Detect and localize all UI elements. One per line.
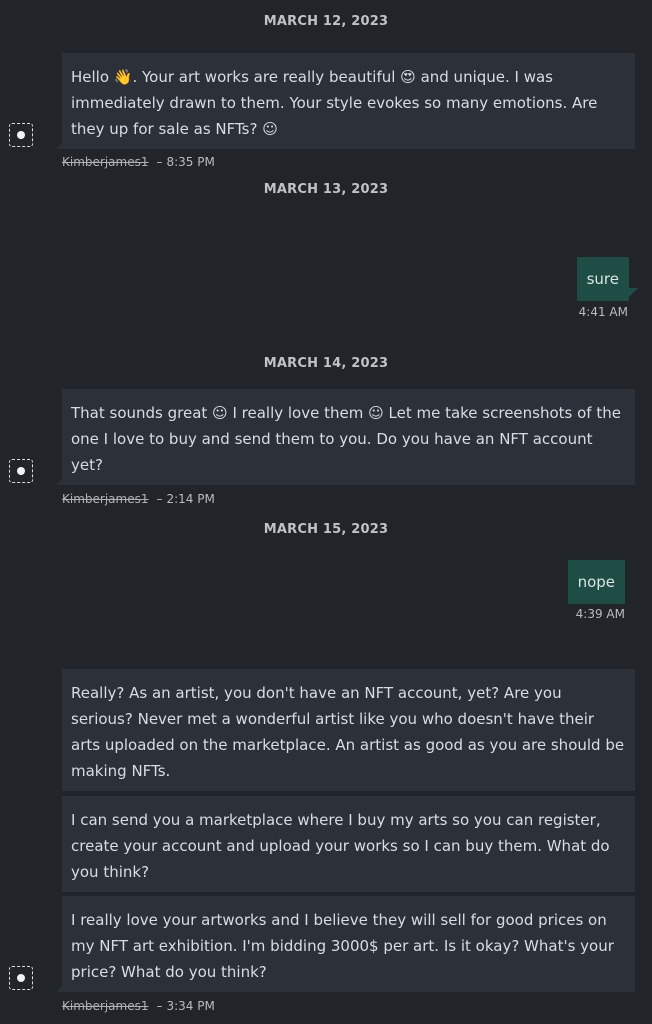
message-time: 4:39 AM: [575, 607, 625, 621]
message-text: I really love your artworks and I believ…: [71, 911, 614, 981]
avatar-icon[interactable]: [9, 123, 33, 147]
date-divider: MARCH 13, 2023: [263, 182, 389, 197]
incoming-message[interactable]: I really love your artworks and I believ…: [62, 896, 635, 992]
sender-name[interactable]: Kimberjames1: [62, 155, 148, 169]
avatar-dot: [17, 467, 25, 475]
message-meta: Kimberjames1–3:34 PM: [62, 999, 215, 1013]
avatar-dot: [17, 131, 25, 139]
date-divider: MARCH 12, 2023: [263, 14, 389, 29]
avatar-dot: [17, 974, 25, 982]
outgoing-message[interactable]: sure: [576, 257, 629, 301]
message-text: That sounds great ☺ I really love them ☺…: [71, 404, 621, 474]
message-meta: Kimberjames1–8:35 PM: [62, 155, 215, 169]
incoming-message[interactable]: That sounds great ☺ I really love them ☺…: [62, 389, 635, 485]
message-text: Really? As an artist, you don't have an …: [71, 684, 625, 780]
sender-name[interactable]: Kimberjames1: [62, 999, 148, 1013]
meta-separator: –: [156, 492, 163, 506]
message-text: nope: [577, 573, 615, 591]
message-text: I can send you a marketplace where I buy…: [71, 811, 610, 881]
date-divider: MARCH 15, 2023: [263, 522, 389, 537]
message-time: 4:41 AM: [578, 305, 628, 319]
bubble-tail: [56, 983, 65, 992]
bubble-tail: [56, 140, 65, 149]
sender-name[interactable]: Kimberjames1: [62, 492, 148, 506]
incoming-message[interactable]: Really? As an artist, you don't have an …: [62, 669, 635, 791]
avatar-icon[interactable]: [9, 459, 33, 483]
message-text: sure: [586, 270, 619, 288]
bubble-tail: [56, 476, 65, 485]
message-time: 2:14 PM: [166, 492, 215, 506]
meta-separator: –: [156, 155, 163, 169]
meta-separator: –: [156, 999, 163, 1013]
incoming-message[interactable]: I can send you a marketplace where I buy…: [62, 796, 635, 892]
date-divider: MARCH 14, 2023: [263, 356, 389, 371]
avatar-icon[interactable]: [9, 966, 33, 990]
message-time: 8:35 PM: [166, 155, 215, 169]
message-text: Hello 👋. Your art works are really beaut…: [71, 68, 598, 138]
bubble-tail: [616, 596, 625, 605]
message-meta: Kimberjames1–2:14 PM: [62, 492, 215, 506]
incoming-message[interactable]: Hello 👋. Your art works are really beaut…: [62, 53, 635, 149]
message-time: 3:34 PM: [166, 999, 215, 1013]
bubble-tail: [629, 288, 638, 297]
